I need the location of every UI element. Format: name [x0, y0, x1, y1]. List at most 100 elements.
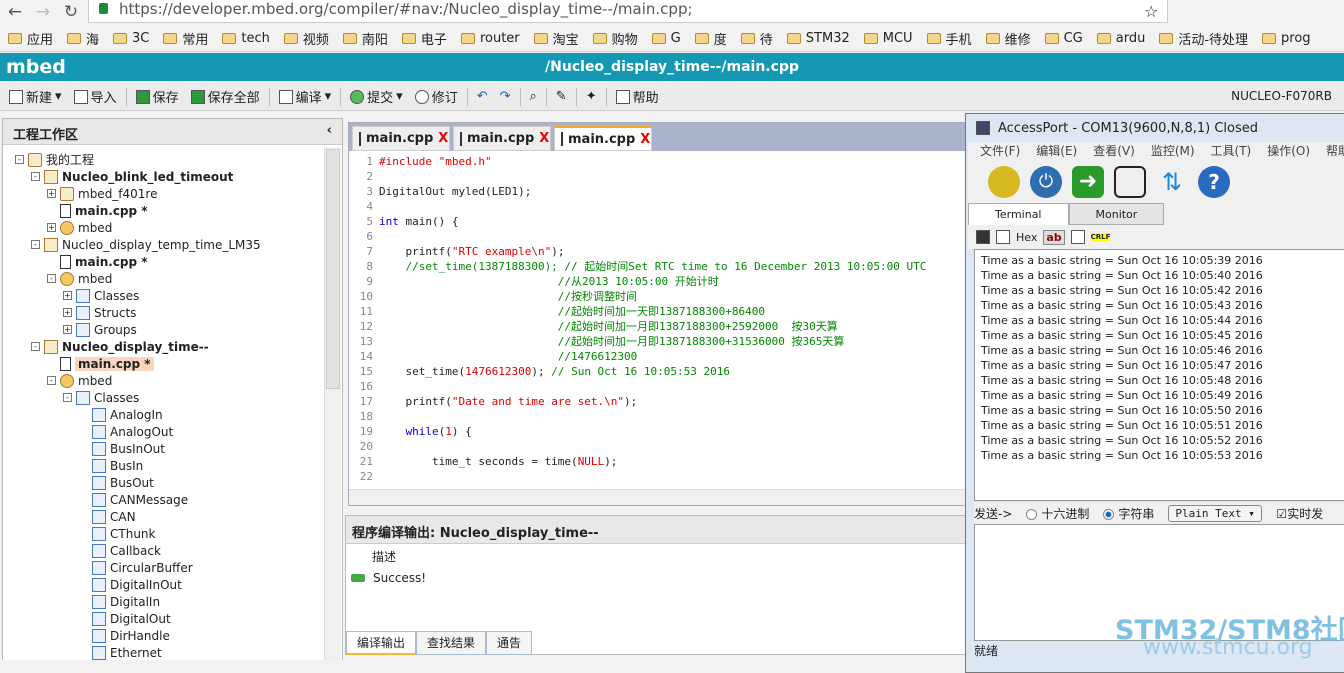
- tab-monitor[interactable]: Monitor: [1068, 203, 1165, 225]
- tree-item[interactable]: - 我的工程: [15, 151, 94, 168]
- editor-tab[interactable]: main.cpp X: [352, 126, 450, 151]
- undo-button[interactable]: ↶: [474, 89, 491, 104]
- tree-item[interactable]: - mbed: [47, 372, 112, 389]
- close-tab-icon[interactable]: X: [539, 131, 549, 146]
- tree-item[interactable]: - Nucleo_display_time--: [31, 338, 209, 355]
- settings-gears-icon[interactable]: [988, 166, 1020, 198]
- bookmark-item[interactable]: 度: [694, 29, 727, 48]
- bookmark-item[interactable]: 淘宝: [533, 29, 579, 48]
- expand-toggle-icon[interactable]: +: [63, 308, 72, 317]
- expand-toggle-icon[interactable]: +: [47, 189, 56, 198]
- tree-item[interactable]: BusIn: [79, 457, 143, 474]
- bookmark-item[interactable]: 3C: [113, 31, 149, 46]
- tree-item[interactable]: DigitalIn: [79, 593, 160, 610]
- bookmark-item[interactable]: 常用: [163, 29, 208, 48]
- code-area[interactable]: 1 #include "mbed.h" 2 3 DigitalOut myled(LED…: [349, 152, 939, 490]
- back-icon[interactable]: ←: [4, 2, 26, 22]
- tree-item[interactable]: + Groups: [63, 321, 137, 338]
- format-select[interactable]: Plain Text ▾: [1168, 504, 1263, 522]
- expand-toggle-icon[interactable]: -: [31, 172, 40, 181]
- tree-item[interactable]: Callback: [79, 542, 161, 559]
- bookmark-item[interactable]: tech: [222, 31, 270, 46]
- send-input[interactable]: STM32/STM8社区 www.stmcu.org: [974, 524, 1344, 660]
- send-arrow-icon[interactable]: ➜: [1072, 166, 1104, 198]
- editor-tab[interactable]: main.cpp X: [554, 126, 652, 151]
- tree-item[interactable]: DigitalOut: [79, 610, 171, 627]
- bookmark-item[interactable]: prog: [1262, 31, 1311, 46]
- bookmark-item[interactable]: 活动-待处理: [1159, 29, 1248, 48]
- tree-item[interactable]: main.cpp *: [47, 202, 148, 219]
- bookmark-item[interactable]: G: [651, 31, 681, 46]
- expand-toggle-icon[interactable]: +: [63, 325, 72, 334]
- bookmark-item[interactable]: 购物: [592, 29, 638, 48]
- commit-button[interactable]: 提交 ▾: [347, 87, 406, 106]
- power-icon[interactable]: ⏻: [1030, 166, 1062, 198]
- tree-item[interactable]: + Structs: [63, 304, 136, 321]
- ab-toggle[interactable]: ab: [1043, 229, 1065, 245]
- menu-item[interactable]: 操作(O): [1267, 142, 1310, 161]
- bookmark-item[interactable]: ardu: [1096, 31, 1145, 46]
- tree-item[interactable]: main.cpp *: [47, 253, 148, 270]
- menu-item[interactable]: 工具(T): [1211, 142, 1252, 161]
- menu-item[interactable]: 监控(M): [1151, 142, 1195, 161]
- bookmark-item[interactable]: MCU: [863, 31, 913, 46]
- redo-button[interactable]: ↷: [497, 89, 514, 104]
- bookmark-item[interactable]: 海: [67, 29, 99, 48]
- find-binoculars-icon[interactable]: ⌕: [527, 89, 540, 104]
- tree-item[interactable]: CANMessage: [79, 491, 188, 508]
- menu-item[interactable]: 查看(V): [1093, 142, 1135, 161]
- tree-item[interactable]: - Nucleo_blink_led_timeout: [31, 168, 233, 185]
- tab-find-results[interactable]: 查找结果: [416, 631, 487, 655]
- revisions-button[interactable]: 修订: [412, 87, 461, 106]
- save-button[interactable]: 保存: [133, 87, 182, 106]
- url-input[interactable]: https://developer.mbed.org/compiler/#nav…: [88, 0, 1168, 23]
- bookmark-item[interactable]: router: [460, 31, 520, 46]
- bookmark-item[interactable]: 南阳: [342, 29, 388, 48]
- compile-button[interactable]: 编译 ▾: [276, 87, 335, 106]
- tree-item[interactable]: main.cpp *: [47, 355, 154, 372]
- save-all-button[interactable]: 保存全部: [188, 87, 263, 106]
- tab-notifications[interactable]: 通告: [486, 631, 533, 655]
- format-icon[interactable]: ✎: [553, 89, 570, 104]
- tree-item[interactable]: CThunk: [79, 525, 155, 542]
- bookmark-item[interactable]: 应用: [8, 29, 53, 48]
- reload-icon[interactable]: ↻: [60, 2, 82, 22]
- tree-item[interactable]: DigitalInOut: [79, 576, 182, 593]
- bookmark-item[interactable]: STM32: [786, 31, 850, 46]
- help-button[interactable]: 帮助: [613, 87, 662, 106]
- tree-item[interactable]: DirHandle: [79, 627, 170, 644]
- bookmark-item[interactable]: 维修: [985, 29, 1031, 48]
- help-icon[interactable]: ?: [1198, 166, 1230, 198]
- wand-icon[interactable]: ✦: [583, 89, 600, 104]
- new-button[interactable]: 新建 ▾: [6, 87, 65, 106]
- bookmark-item[interactable]: 电子: [401, 29, 447, 48]
- tree-item[interactable]: AnalogIn: [79, 406, 163, 423]
- import-button[interactable]: 导入: [71, 87, 120, 106]
- document-icon[interactable]: [1114, 166, 1146, 198]
- radio-hex[interactable]: 十六进制: [1026, 505, 1089, 522]
- expand-toggle-icon[interactable]: -: [31, 342, 40, 351]
- tree-item[interactable]: AnalogOut: [79, 423, 173, 440]
- scrollbar-thumb[interactable]: [326, 149, 340, 389]
- expand-toggle-icon[interactable]: +: [63, 291, 72, 300]
- crlf-toggle[interactable]: CRLF: [1090, 233, 1111, 241]
- hex-toggle[interactable]: Hex: [1016, 231, 1037, 244]
- tree-item[interactable]: - Nucleo_display_temp_time_LM35: [31, 236, 261, 253]
- forward-icon[interactable]: →: [32, 2, 54, 22]
- close-tab-icon[interactable]: X: [438, 131, 448, 146]
- autoscroll-icon[interactable]: [996, 230, 1010, 244]
- horizontal-scrollbar[interactable]: [349, 489, 967, 505]
- tree-scrollbar[interactable]: [324, 147, 341, 660]
- radio-string[interactable]: 字符串: [1103, 505, 1154, 522]
- bookmark-item[interactable]: 待: [740, 29, 773, 48]
- expand-toggle-icon[interactable]: -: [63, 393, 72, 402]
- close-tab-icon[interactable]: X: [640, 132, 650, 147]
- expand-toggle-icon[interactable]: +: [47, 223, 56, 232]
- bookmark-item[interactable]: 手机: [926, 29, 972, 48]
- tree-item[interactable]: + Classes: [63, 287, 139, 304]
- tab-terminal[interactable]: Terminal: [968, 203, 1069, 225]
- tree-item[interactable]: BusOut: [79, 474, 154, 491]
- output-row[interactable]: Success!: [351, 571, 426, 585]
- expand-toggle-icon[interactable]: -: [31, 240, 40, 249]
- menu-item[interactable]: 文件(F): [980, 142, 1020, 161]
